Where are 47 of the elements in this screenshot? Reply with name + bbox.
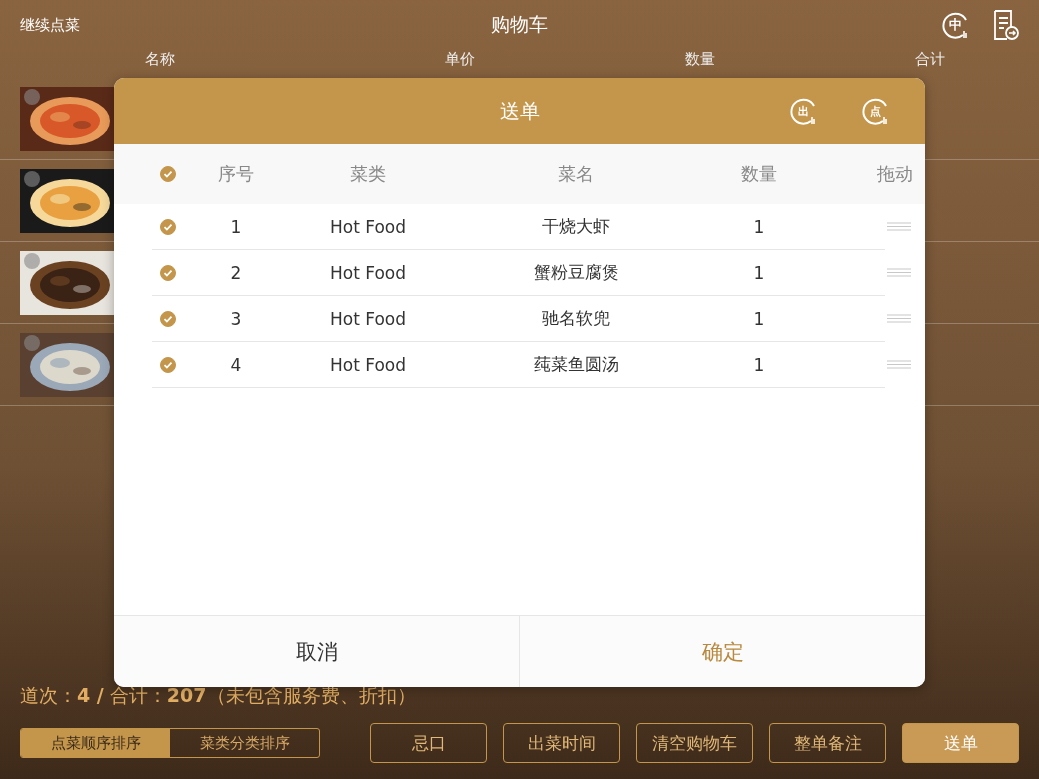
- table-cell-text: Hot Food: [329, 216, 407, 237]
- column-header: 名称: [145, 50, 176, 69]
- page-title: 购物车: [491, 12, 548, 37]
- column-header: 序号: [217, 162, 255, 186]
- table-cell-text: 1: [752, 354, 766, 375]
- document-export-icon[interactable]: [993, 10, 1019, 40]
- table-cell-text: 1: [752, 262, 766, 283]
- confirm-button[interactable]: 确定: [519, 616, 925, 687]
- table-cell-text: Hot Food: [329, 308, 407, 329]
- table-cell-text: 莼菜鱼圆汤: [532, 353, 620, 376]
- column-header: 合计: [915, 50, 946, 69]
- drag-handle-icon[interactable]: [887, 360, 911, 369]
- checkbox[interactable]: [160, 310, 176, 327]
- table-cell-text: 驰名软兜: [541, 307, 611, 330]
- language-toggle-button[interactable]: 中: [939, 9, 971, 41]
- cancel-button[interactable]: 取消: [114, 616, 519, 687]
- action-button[interactable]: 整单备注: [769, 723, 886, 763]
- continue-ordering-link[interactable]: 继续点菜: [20, 15, 80, 35]
- column-header: 数量: [740, 162, 778, 186]
- table-cell-text: 1: [752, 308, 766, 329]
- table-cell-text: 蟹粉豆腐煲: [532, 261, 620, 284]
- action-button[interactable]: 出菜时间: [503, 723, 620, 763]
- drag-handle-icon[interactable]: [887, 268, 911, 277]
- column-header: 拖动: [877, 162, 913, 186]
- dialog-title: 送单: [499, 97, 540, 125]
- column-header: 单价: [445, 50, 476, 69]
- table-cell-text: 干烧大虾: [541, 215, 611, 238]
- column-header: 菜类: [349, 162, 387, 186]
- table-cell-text: Hot Food: [329, 354, 407, 375]
- table-cell-text: Hot Food: [329, 262, 407, 283]
- table-cell-text: 4: [229, 354, 243, 375]
- checkbox[interactable]: [160, 356, 176, 373]
- checkbox[interactable]: [160, 264, 176, 281]
- checkbox[interactable]: [160, 166, 176, 182]
- column-header: 菜名: [557, 162, 595, 186]
- sort-tab[interactable]: 菜类分类排序: [170, 729, 319, 757]
- table-cell-text: 2: [229, 262, 243, 283]
- action-button[interactable]: 清空购物车: [636, 723, 753, 763]
- action-button[interactable]: 忌口: [370, 723, 487, 763]
- checkbox[interactable]: [160, 218, 176, 235]
- drag-handle-icon[interactable]: [887, 222, 911, 231]
- table-cell-text: 1: [752, 216, 766, 237]
- table-cell-text: 1: [229, 216, 243, 237]
- drag-handle-icon[interactable]: [887, 314, 911, 323]
- table-cell-text: 3: [229, 308, 243, 329]
- column-header: 数量: [685, 50, 716, 69]
- sort-tab[interactable]: 点菜顺序排序: [21, 729, 170, 757]
